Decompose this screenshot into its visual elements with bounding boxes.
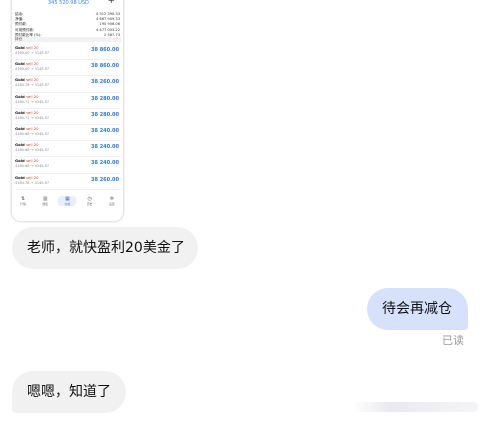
watermark bbox=[352, 402, 478, 412]
position-row: Gold sell 20 4164.78 → 4145.97 38 260.00 bbox=[15, 76, 121, 93]
position-row: Gold sell 20 4169.00 → 4145.97 38 860.00 bbox=[15, 60, 121, 77]
balance-header: 345 520.98 USD bbox=[48, 0, 89, 6]
nav-item-quotes: ⇅ 行情 bbox=[20, 196, 26, 206]
nav-item-chart: ▥ 图表 bbox=[42, 196, 49, 206]
position-row: Gold sell 20 4164.78 → 4145.97 38 260.00 bbox=[15, 174, 121, 190]
read-receipt: 已读 bbox=[442, 334, 464, 347]
message-text: 待会再减仓 bbox=[382, 301, 452, 317]
more-icon: ··· bbox=[114, 37, 118, 41]
position-row: Gold sell 20 4164.71 → 4145.97 38 280.00 bbox=[15, 109, 121, 125]
message-text: 嗯嗯，知道了 bbox=[27, 384, 111, 400]
positions-list: Gold sell 20 4169.00 → 4145.97 38 860.00… bbox=[15, 44, 121, 190]
positions-section-header: 持仓 ··· bbox=[14, 37, 121, 42]
position-row: Gold sell 20 4164.68 → 4145.97 38 240.00 bbox=[15, 141, 121, 158]
position-row: Gold sell 20 4164.68 → 4145.97 38 240.00 bbox=[15, 125, 121, 142]
message-bubble-incoming[interactable]: 老师，就快盈利20美金了 bbox=[12, 227, 198, 269]
position-row: Gold sell 20 4164.71 → 4145.97 38 280.00 bbox=[15, 93, 121, 109]
nav-item-settings: ✲ 设置 bbox=[109, 196, 115, 206]
bottom-nav: ⇅ 行情 ▥ 图表 ▦ 交易 ◷ 历史 ✲ 设置 bbox=[12, 196, 123, 211]
plus-icon: + bbox=[107, 0, 115, 6]
message-bubble-incoming[interactable]: 嗯嗯，知道了 bbox=[12, 371, 126, 413]
section-label: 持仓 bbox=[15, 37, 23, 41]
message-bubble-outgoing[interactable]: 待会再减仓 bbox=[367, 288, 468, 330]
nav-item-trade: ▦ 交易 bbox=[58, 196, 77, 206]
message-text: 老师，就快盈利20美金了 bbox=[27, 240, 185, 256]
nav-item-history: ◷ 历史 bbox=[86, 196, 93, 206]
trade-screenshot-image[interactable]: 345 520.98 USD + 结余: 4 312 390.33 净值: 4 66… bbox=[11, 0, 124, 222]
account-summary: 结余: 4 312 390.33 净值: 4 667 909.33 预付款: 190 … bbox=[15, 12, 123, 38]
position-row: Gold sell 20 4169.00 → 4145.97 38 860.00 bbox=[15, 44, 121, 61]
position-row: Gold sell 20 4164.68 → 4145.97 38 240.00 bbox=[15, 157, 121, 174]
